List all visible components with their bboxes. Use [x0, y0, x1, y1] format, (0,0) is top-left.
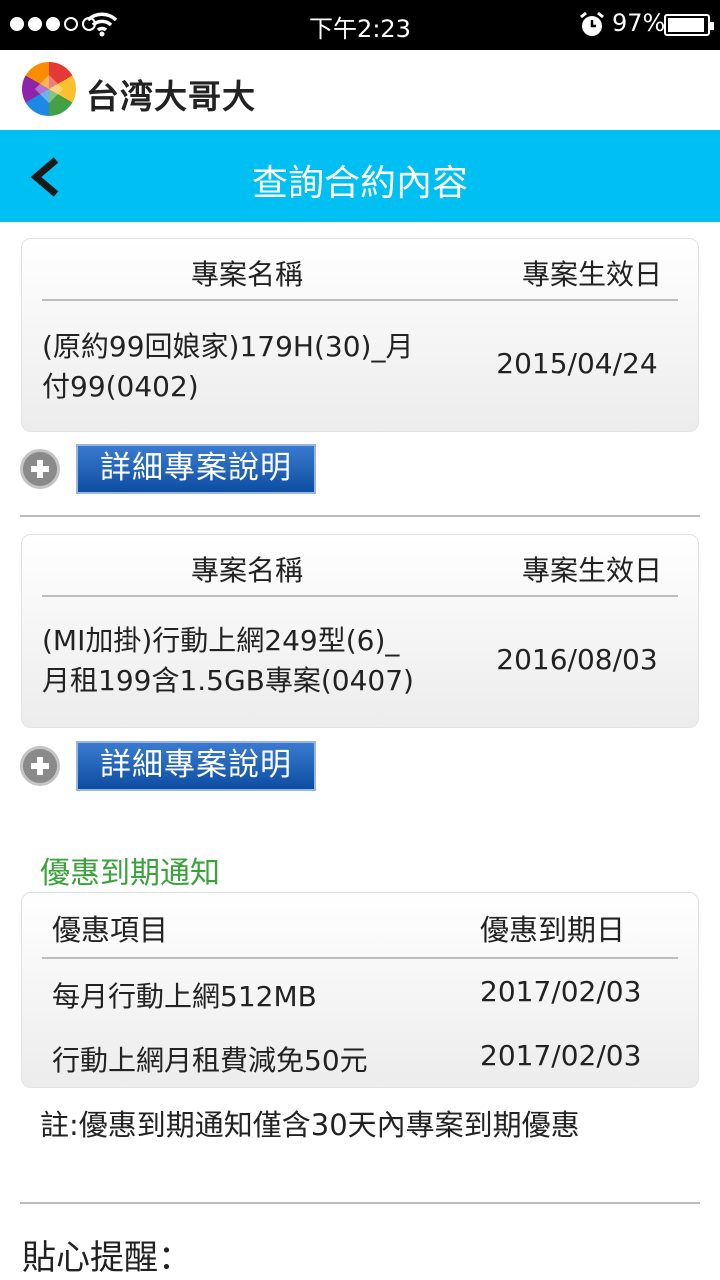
section-divider — [20, 515, 700, 517]
promo-row: 行動上網月租費減免50元 2017/02/03 — [52, 1039, 678, 1083]
promo-expiry-date: 2017/02/03 — [480, 975, 642, 1008]
plan-effective-date: 2015/04/24 — [496, 347, 658, 380]
brand-bar: 台湾大哥大 — [0, 50, 720, 130]
plan-detail-button[interactable]: 詳細專案說明 — [76, 444, 316, 494]
contract-card: 專案名稱 專案生效日 (原約99回娘家)179H(30)_月 付99(0402)… — [21, 238, 699, 432]
brand-name: 台湾大哥大 — [86, 77, 256, 116]
status-bar: 下午2:23 97% — [0, 0, 720, 50]
plus-circle-icon[interactable] — [20, 746, 60, 786]
column-header-plan-name: 專案名稱 — [190, 258, 303, 291]
column-header-plan-name: 專案名稱 — [190, 554, 303, 587]
promo-expiry-date: 2017/02/03 — [480, 1039, 642, 1072]
promo-card: 優惠項目 優惠到期日 每月行動上網512MB 2017/02/03 行動上網月租… — [21, 892, 699, 1088]
detail-row: 詳細專案說明 — [20, 444, 316, 494]
plan-effective-date: 2016/08/03 — [496, 643, 658, 676]
column-header-promo-expiry: 優惠到期日 — [480, 913, 626, 947]
detail-row: 詳細專案說明 — [20, 741, 316, 791]
promo-section-title: 優惠到期通知 — [40, 856, 220, 891]
section-divider — [20, 1202, 700, 1204]
plus-circle-icon[interactable] — [20, 449, 60, 489]
promo-item: 行動上網月租費減免50元 — [52, 1044, 368, 1077]
plan-name: (MI加掛)行動上網249型(6)_ 月租199含1.5GB專案(0407) — [42, 624, 414, 697]
promo-item: 每月行動上網512MB — [52, 980, 317, 1013]
plan-detail-button[interactable]: 詳細專案說明 — [76, 741, 316, 791]
plan-name: (原約99回娘家)179H(30)_月 付99(0402) — [42, 330, 414, 403]
contract-card: 專案名稱 專案生效日 (MI加掛)行動上網249型(6)_ 月租199含1.5G… — [21, 534, 699, 728]
promo-note: 註:優惠到期通知僅含30天內專案到期優惠 — [40, 1108, 580, 1142]
alarm-icon — [580, 11, 604, 36]
tips-title: 貼心提醒： — [22, 1238, 192, 1278]
promo-row: 每月行動上網512MB 2017/02/03 — [52, 975, 678, 1019]
promo-table-header: 優惠項目 優惠到期日 — [42, 893, 678, 959]
contract-table-header: 專案名稱 專案生效日 — [42, 535, 678, 597]
column-header-promo-item: 優惠項目 — [52, 913, 169, 947]
column-header-effective-date: 專案生效日 — [521, 258, 662, 291]
column-header-effective-date: 專案生效日 — [521, 554, 662, 587]
title-bar: 查詢合約內容 — [0, 130, 720, 222]
battery-icon — [664, 14, 714, 36]
contract-table-header: 專案名稱 專案生效日 — [42, 239, 678, 301]
battery-percent: 97% — [612, 9, 666, 37]
page-title: 查詢合約內容 — [251, 163, 468, 204]
brand-logo-icon — [22, 62, 76, 116]
